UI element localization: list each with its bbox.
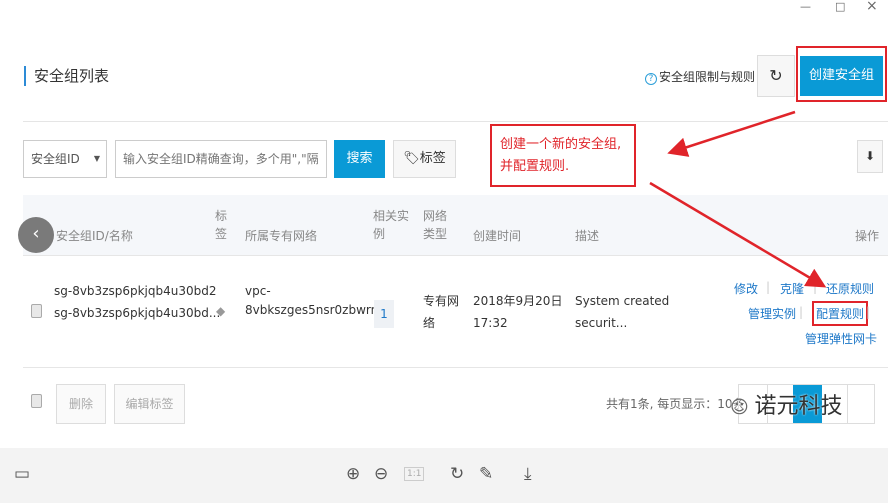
header-id: 安全组ID/名称 (56, 229, 133, 243)
table-header: 安全组ID/名称 标签 所属专有网络 相关实例 网络类型 创建时间 描述 操作 (23, 195, 888, 256)
question-icon: ? (645, 73, 657, 85)
export-button[interactable]: ⬇ (857, 140, 883, 173)
description-cont: securit... (575, 316, 628, 330)
arrow-to-note (667, 110, 796, 157)
table-row: sg-8vb3zsp6pkjqb4u30bd2 sg-8vb3zsp6pkjqb… (23, 256, 888, 368)
created-time: 17:32 (473, 316, 508, 330)
edit-icon[interactable]: ✎ (479, 464, 493, 484)
delete-button[interactable]: 删除 (56, 384, 106, 424)
manage-instances-link[interactable]: 管理实例 (748, 305, 796, 322)
annotation-line1: 创建一个新的安全组, (500, 137, 622, 152)
caret-down-icon: ▼ (93, 154, 100, 163)
download-icon[interactable]: ⤓ (524, 464, 532, 484)
actual-size-button[interactable]: 1:1 (404, 467, 425, 481)
vpc-id: vpc- (245, 284, 271, 298)
separator: | (799, 305, 804, 319)
configure-rules-link[interactable]: 配置规则 (812, 301, 869, 326)
header-instances: 相关实例 (373, 209, 410, 241)
network-type-cont: 络 (423, 316, 436, 330)
help-link-label: 安全组限制与规则 (659, 70, 756, 84)
security-group-name: sg-8vb3zsp6pkjqb4u30bd... (54, 306, 221, 320)
header-tag: 标签 (215, 209, 228, 241)
annotation-note: 创建一个新的安全组, 并配置规则. (490, 124, 636, 187)
divider (23, 121, 888, 122)
create-security-group-button[interactable]: 创建安全组 (800, 56, 883, 96)
edit-tags-button[interactable]: 编辑标签 (114, 384, 185, 424)
wechat-icon: ☺ (730, 397, 755, 418)
zoom-in-icon[interactable]: ⊕ (346, 464, 360, 484)
help-link[interactable]: ? 安全组限制与规则 (645, 68, 755, 85)
thumbnail-icon[interactable]: ▭ (14, 464, 30, 484)
created-date: 2018年9月20日 (473, 294, 563, 308)
select-all-checkbox[interactable] (31, 394, 42, 408)
separator: | (813, 280, 818, 294)
tag-button[interactable]: 🏷搜索标签 (393, 140, 456, 178)
export-icon: ⬇ (864, 149, 876, 163)
modify-link[interactable]: 修改 (734, 280, 758, 297)
watermark: ☺ 诺元科技 (730, 388, 843, 420)
viewer-toolbar: ▭ ⊕ ⊖ 1:1 ↻ ✎ ⤓ (0, 448, 888, 503)
search-input[interactable] (115, 140, 327, 178)
row-checkbox[interactable] (31, 304, 42, 318)
watermark-text: 诺元科技 (754, 394, 843, 419)
header-network: 网络类型 (423, 209, 448, 241)
chevron-left-icon: ‹ (32, 223, 40, 244)
separator: | (766, 280, 771, 294)
search-button[interactable]: 搜索 (334, 140, 385, 178)
refresh-icon: ↻ (769, 66, 783, 85)
select-value: 安全组ID (31, 152, 80, 166)
annotation-line2: 并配置规则. (500, 159, 570, 174)
restore-rules-link[interactable]: 还原规则 (826, 280, 874, 297)
rotate-icon[interactable]: ↻ (450, 464, 464, 484)
zoom-out-icon[interactable]: ⊖ (374, 464, 388, 484)
pagination-info: 共有1条, 每页显示：10条 (606, 397, 745, 411)
header-vpc: 所属专有网络 (245, 229, 318, 243)
minimize-button[interactable]: — (800, 0, 811, 18)
security-group-id: sg-8vb3zsp6pkjqb4u30bd2 (54, 284, 217, 298)
header-desc: 描述 (575, 229, 600, 243)
header-created: 创建时间 (473, 229, 522, 243)
vpc-id-cont: 8vbkszges5nsr0zbwrn4s (245, 303, 393, 317)
close-button[interactable]: × (866, 0, 878, 16)
description: System created (575, 294, 670, 308)
header-actions: 操作 (855, 229, 880, 243)
tag-label: 标签 (419, 151, 446, 166)
network-type: 专有网 (423, 294, 460, 308)
filter-select[interactable]: 安全组ID ▼ (23, 140, 107, 178)
tag-icon[interactable]: ◆ (216, 301, 225, 322)
instances-count[interactable]: 1 (374, 300, 394, 328)
tag-icon: 🏷 (403, 151, 420, 166)
clone-link[interactable]: 克隆 (780, 280, 804, 297)
manage-eni-link[interactable]: 管理弹性网卡 (805, 330, 877, 347)
refresh-button[interactable]: ↻ (757, 55, 795, 97)
scroll-left-button[interactable]: ‹ (18, 217, 54, 253)
maximize-button[interactable]: □ (835, 0, 845, 18)
separator: | (866, 305, 871, 319)
page-title: 安全组列表 (24, 66, 109, 86)
